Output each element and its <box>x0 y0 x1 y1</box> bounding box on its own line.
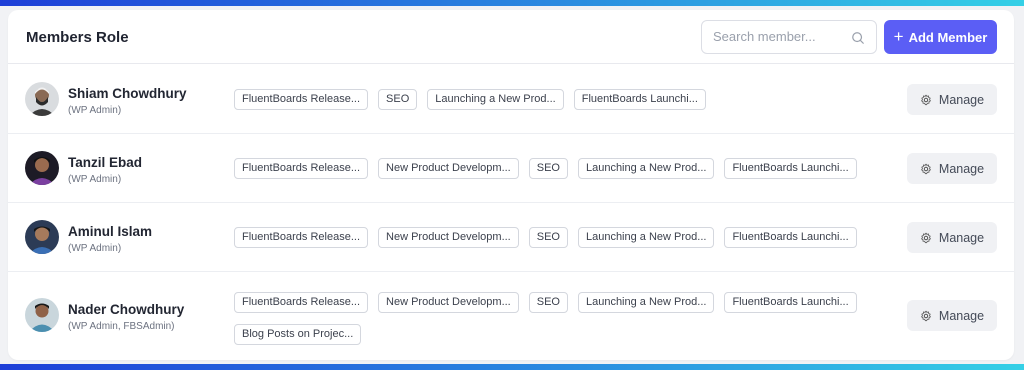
card-header: Members Role + Add Member <box>8 10 1014 64</box>
board-tag[interactable]: SEO <box>528 227 568 248</box>
search-input[interactable] <box>713 29 843 44</box>
board-tag[interactable]: SEO <box>528 158 568 179</box>
gear-icon <box>921 310 931 321</box>
member-name: Aminul Islam <box>68 224 153 239</box>
search-box[interactable] <box>701 20 877 54</box>
member-role: (WP Admin, FBSAdmin) <box>68 321 175 332</box>
member-row: Tanzil Ebad (WP Admin) FluentBoards Rele… <box>8 134 1014 203</box>
board-tag[interactable]: Blog Posts on Projec... <box>234 324 362 345</box>
board-tags: FluentBoards Release... New Product Deve… <box>234 227 864 248</box>
manage-button[interactable]: Manage <box>907 84 997 115</box>
member-row: Aminul Islam (WP Admin) FluentBoards Rel… <box>8 203 1014 272</box>
manage-button[interactable]: Manage <box>907 222 997 253</box>
board-tag[interactable]: FluentBoards Release... <box>234 227 369 248</box>
member-name: Shiam Chowdhury <box>68 86 187 101</box>
manage-label: Manage <box>938 308 985 323</box>
board-tag[interactable]: FluentBoards Release... <box>234 89 369 110</box>
member-role: (WP Admin) <box>68 243 122 254</box>
avatar <box>25 82 59 116</box>
member-role: (WP Admin) <box>68 105 122 116</box>
member-row: Shiam Chowdhury (WP Admin) FluentBoards … <box>8 65 1014 134</box>
board-tag[interactable]: New Product Developm... <box>378 158 519 179</box>
manage-label: Manage <box>938 92 985 107</box>
board-tag[interactable]: FluentBoards Release... <box>234 158 369 179</box>
manage-label: Manage <box>938 161 985 176</box>
board-tag[interactable]: Launching a New Prod... <box>427 89 564 110</box>
board-tag[interactable]: FluentBoards Launchi... <box>724 158 857 179</box>
board-tags: FluentBoards Release... New Product Deve… <box>234 158 864 179</box>
board-tag[interactable]: Launching a New Prod... <box>577 158 715 179</box>
gear-icon <box>921 94 931 105</box>
page-title: Members Role <box>26 29 129 46</box>
add-member-button[interactable]: + Add Member <box>884 20 997 54</box>
gear-icon <box>921 163 931 174</box>
board-tag[interactable]: FluentBoards Launchi... <box>724 292 857 313</box>
member-row: Nader Chowdhury (WP Admin, FBSAdmin) Flu… <box>8 272 1014 360</box>
avatar <box>25 298 59 332</box>
member-name: Tanzil Ebad <box>68 155 143 170</box>
manage-button[interactable]: Manage <box>907 153 997 184</box>
board-tag[interactable]: FluentBoards Launchi... <box>724 227 857 248</box>
bottom-gradient-bar <box>0 364 1024 370</box>
plus-icon: + <box>893 27 904 46</box>
search-icon <box>852 32 864 44</box>
avatar <box>25 151 59 185</box>
board-tag[interactable]: Launching a New Prod... <box>577 227 715 248</box>
board-tag[interactable]: Launching a New Prod... <box>577 292 715 313</box>
add-member-label: Add Member <box>908 29 988 45</box>
manage-label: Manage <box>938 230 985 245</box>
board-tags: FluentBoards Release... New Product Deve… <box>234 292 864 345</box>
board-tag[interactable]: FluentBoards Launchi... <box>573 89 706 110</box>
members-role-card: Members Role + Add Member Shiam Chowdhur… <box>8 10 1014 360</box>
gear-icon <box>921 232 931 243</box>
board-tag[interactable]: New Product Developm... <box>378 292 519 313</box>
board-tag[interactable]: New Product Developm... <box>378 227 519 248</box>
avatar <box>25 220 59 254</box>
board-tags: FluentBoards Release... SEO Launching a … <box>234 89 864 110</box>
board-tag[interactable]: SEO <box>528 292 568 313</box>
member-name: Nader Chowdhury <box>68 302 185 317</box>
manage-button[interactable]: Manage <box>907 300 997 331</box>
member-role: (WP Admin) <box>68 174 122 185</box>
board-tag[interactable]: FluentBoards Release... <box>234 292 369 313</box>
board-tag[interactable]: SEO <box>378 89 418 110</box>
